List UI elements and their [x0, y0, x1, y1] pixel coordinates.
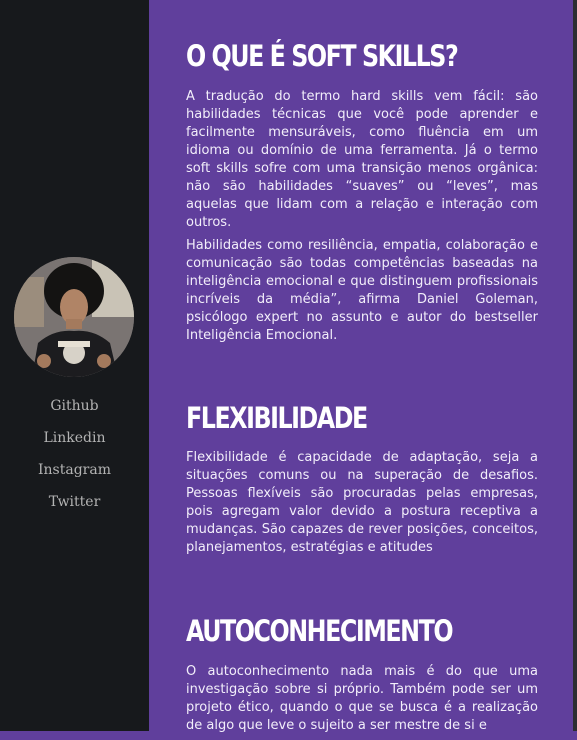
linkedin-link[interactable]: Linkedin [0, 428, 149, 460]
main-content[interactable]: O QUE É SOFT SKILLS? A tradução do termo… [149, 0, 577, 733]
section-title: FLEXIBILIDADE [186, 401, 368, 435]
twitter-link[interactable]: Twitter [0, 492, 149, 524]
section-title: O QUE É SOFT SKILLS? [186, 39, 459, 73]
avatar [14, 257, 134, 377]
section-title: AUTOCONHECIMENTO [186, 614, 454, 648]
instagram-link[interactable]: Instagram [0, 460, 149, 492]
section-paragraph: A tradução do termo hard skills vem fáci… [186, 89, 538, 230]
github-link[interactable]: Github [0, 396, 149, 428]
social-links: Github Linkedin Instagram Twitter [0, 396, 149, 524]
section-autoconhecimento: AUTOCONHECIMENTO O autoconhecimento nada… [186, 613, 538, 740]
section-paragraph: Flexibilidade é capacidade de adaptação,… [186, 450, 538, 555]
section-flexibilidade: FLEXIBILIDADE Flexibilidade é capacidade… [186, 400, 538, 562]
sidebar: Github Linkedin Instagram Twitter [0, 0, 149, 731]
section-paragraph: Habilidades como resiliência, empatia, c… [186, 238, 538, 343]
section-paragraph: O autoconhecimento nada mais é do que um… [186, 664, 538, 733]
profile-photo [14, 257, 134, 377]
section-soft-skills: O QUE É SOFT SKILLS? A tradução do termo… [186, 38, 538, 350]
